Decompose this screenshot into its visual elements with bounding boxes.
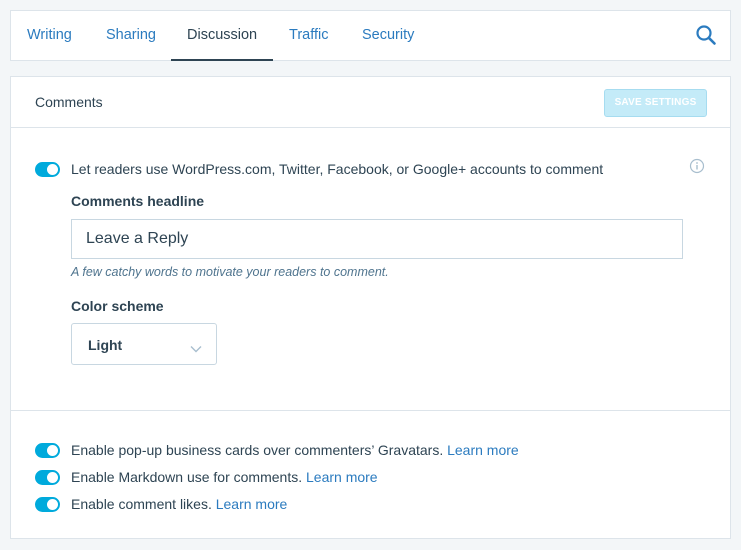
tab-discussion[interactable]: Discussion [171, 11, 274, 61]
gravatar-learn-more-link[interactable]: Learn more [447, 442, 519, 458]
color-scheme-select[interactable]: Light [71, 323, 217, 365]
info-icon[interactable] [689, 158, 705, 174]
markdown-option: Enable Markdown use for comments. Learn … [71, 469, 378, 485]
comment-likes-learn-more-link[interactable]: Learn more [216, 496, 288, 512]
section-divider [11, 410, 730, 411]
section-nav: Writing Sharing Discussion Traffic Secur… [10, 10, 731, 61]
color-scheme-value: Light [88, 337, 123, 353]
color-scheme-label: Color scheme [71, 298, 164, 314]
gravatar-cards-label: Enable pop-up business cards over commen… [71, 442, 444, 458]
tab-writing[interactable]: Writing [11, 11, 88, 61]
markdown-learn-more-link[interactable]: Learn more [306, 469, 378, 485]
gravatar-cards-toggle[interactable] [35, 443, 60, 458]
card-header: Comments SAVE SETTINGS [11, 77, 730, 128]
search-icon[interactable] [694, 23, 718, 47]
comment-likes-option: Enable comment likes. Learn more [71, 496, 287, 512]
markdown-label: Enable Markdown use for comments. [71, 469, 303, 485]
comments-card: Comments SAVE SETTINGS Let readers use W… [10, 76, 731, 539]
chevron-down-icon [190, 340, 202, 353]
social-login-label: Let readers use WordPress.com, Twitter, … [71, 161, 604, 177]
markdown-toggle[interactable] [35, 470, 60, 485]
card-title: Comments [35, 94, 103, 110]
comment-likes-label: Enable comment likes. [71, 496, 212, 512]
tab-traffic[interactable]: Traffic [273, 11, 344, 61]
headline-label: Comments headline [71, 193, 205, 209]
tab-sharing[interactable]: Sharing [90, 11, 172, 61]
social-login-toggle[interactable] [35, 162, 60, 177]
save-settings-button[interactable]: SAVE SETTINGS [604, 89, 707, 117]
tab-security[interactable]: Security [346, 11, 430, 61]
comment-likes-toggle[interactable] [35, 497, 60, 512]
headline-input[interactable] [71, 219, 683, 259]
gravatar-cards-option: Enable pop-up business cards over commen… [71, 442, 519, 458]
headline-hint: A few catchy words to motivate your read… [71, 265, 389, 279]
